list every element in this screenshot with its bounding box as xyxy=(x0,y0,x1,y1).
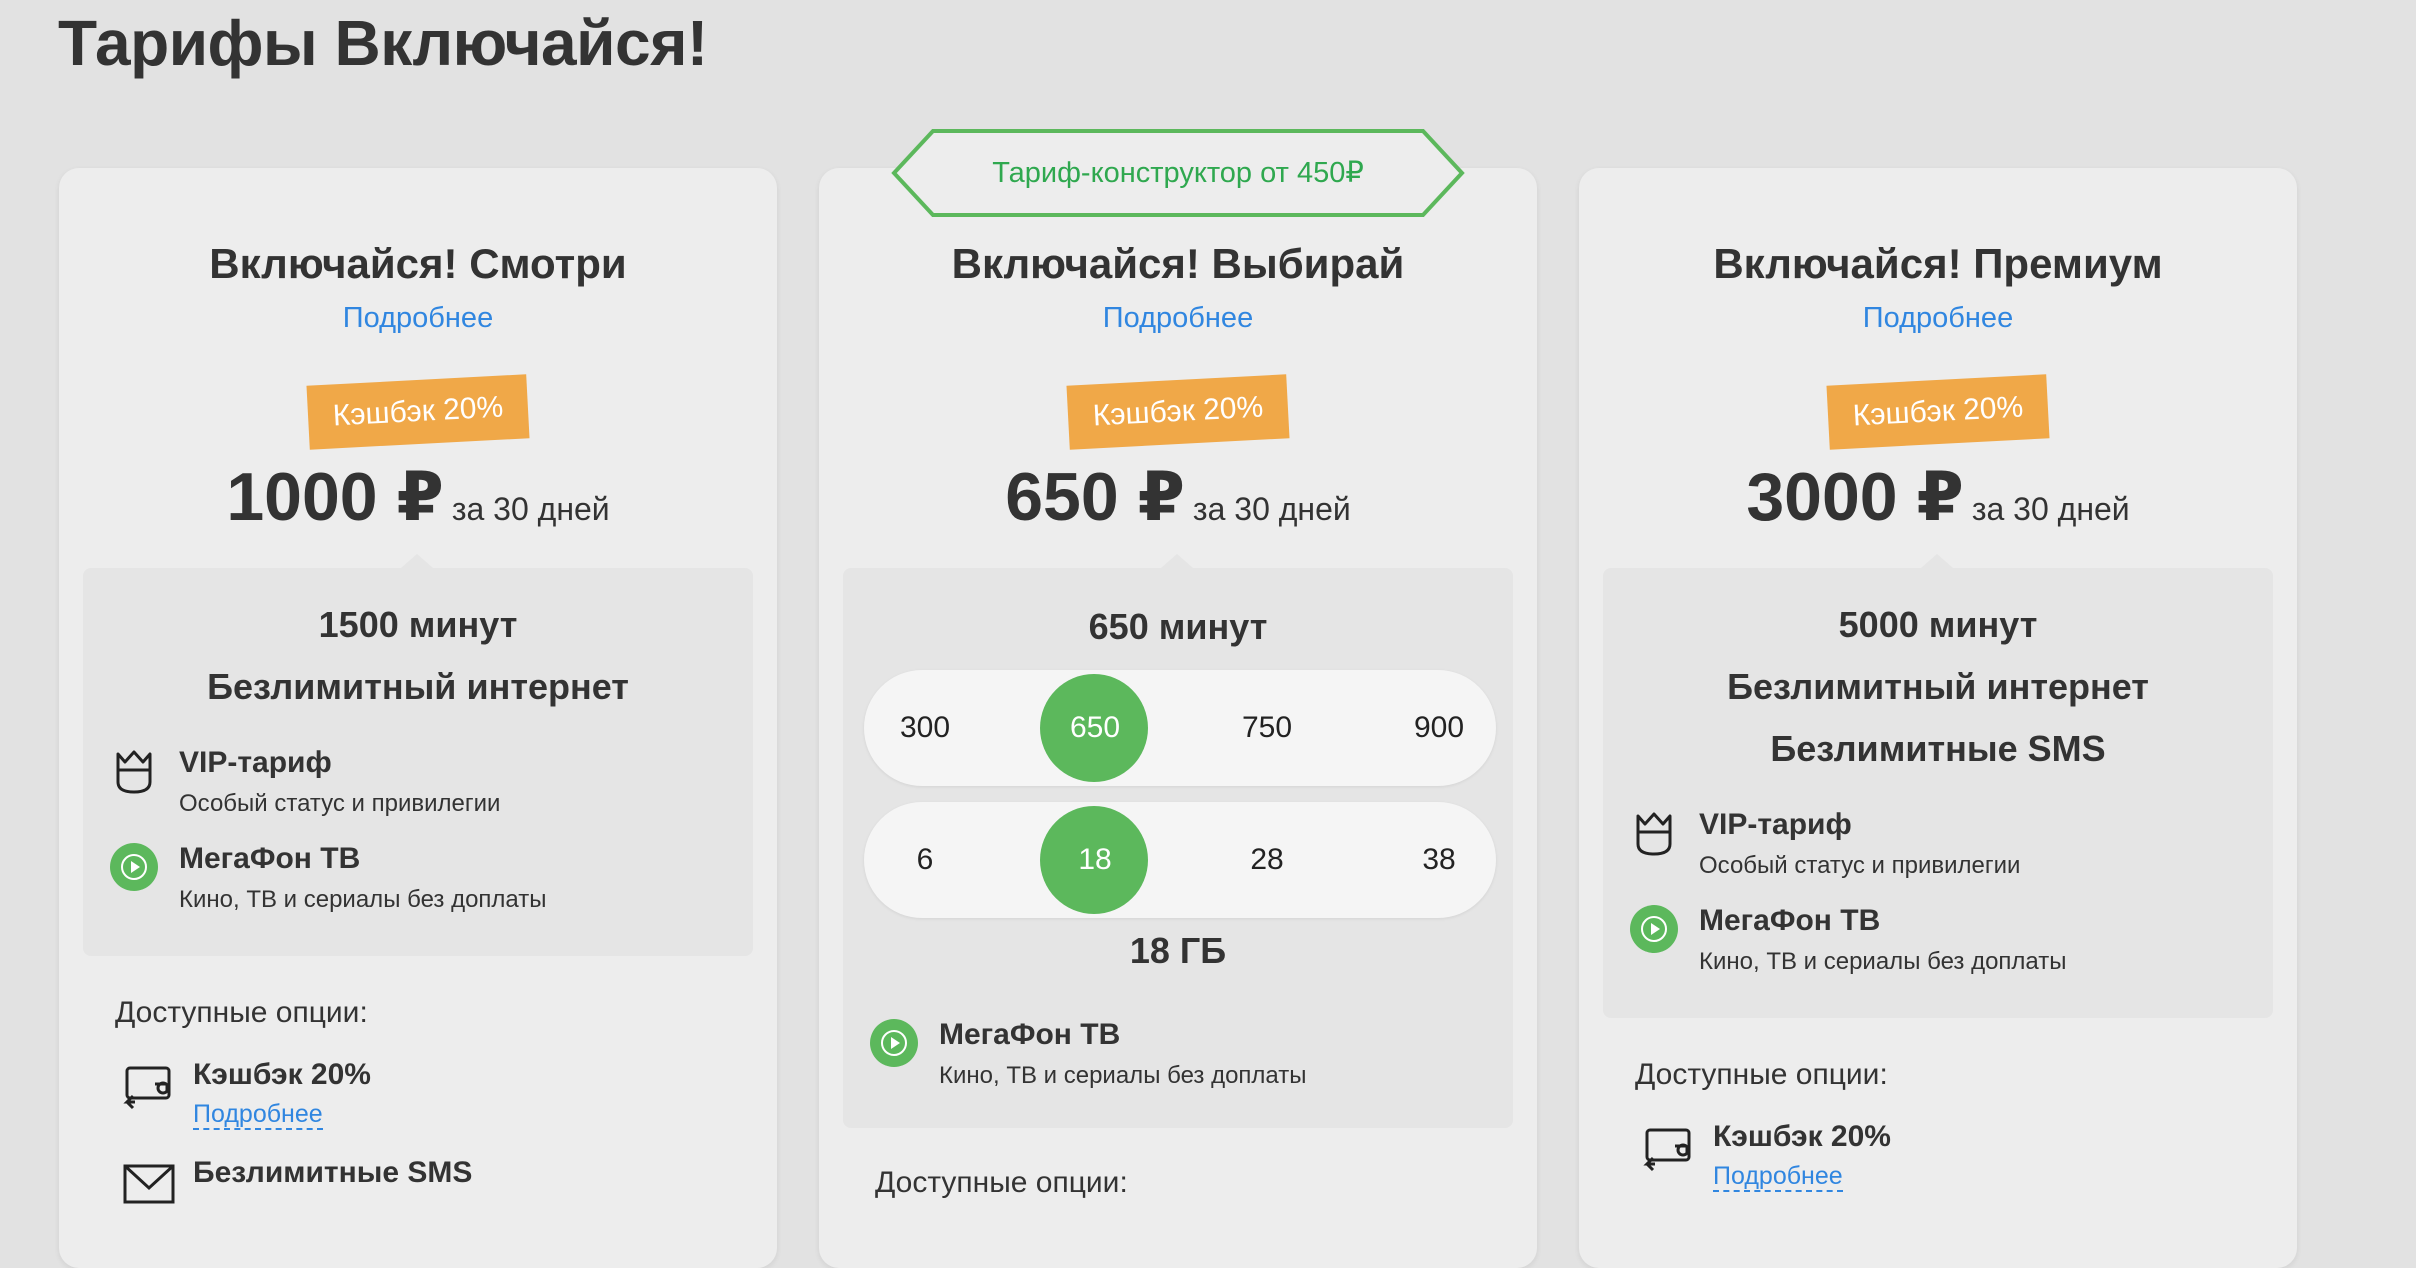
minutes-option-300[interactable]: 300 xyxy=(870,670,980,786)
options-label: Доступные опции: xyxy=(1635,1058,1888,1091)
details-link[interactable]: Подробнее xyxy=(59,302,777,335)
minutes-option-900[interactable]: 900 xyxy=(1384,670,1494,786)
cashback-badge: Кэшбэк 20% xyxy=(306,374,530,450)
cashback-badge: Кэшбэк 20% xyxy=(1826,374,2050,450)
perk-megafon-tv: МегаФон ТВ Кино, ТВ и сериалы без доплат… xyxy=(109,842,729,922)
price-row: 1000 ₽ за 30 дней xyxy=(59,458,777,537)
perk-subtitle: Особый статус и привилегии xyxy=(1699,852,2021,879)
crown-icon xyxy=(1636,812,1672,856)
details-link[interactable]: Подробнее xyxy=(819,302,1537,335)
tariff-name: Включайся! Премиум xyxy=(1713,240,2163,287)
perk-megafon-tv: МегаФон ТВ Кино, ТВ и сериалы без доплат… xyxy=(869,1018,1489,1098)
feature-minutes: 1500 минут xyxy=(318,604,518,645)
perk-subtitle: Кино, ТВ и сериалы без доплаты xyxy=(939,1062,1307,1089)
feature-sms: Безлимитные SMS xyxy=(1770,728,2106,769)
constructor-badge-label: Тариф-конструктор от 450₽ xyxy=(992,157,1364,189)
perk-title: МегаФон ТВ xyxy=(179,842,361,875)
feature-minutes: 5000 минут xyxy=(1838,604,2038,645)
tv-play-icon xyxy=(1630,905,1678,953)
price-value: 1000 ₽ xyxy=(226,459,444,535)
perk-title: VIP-тариф xyxy=(179,746,332,779)
perk-subtitle: Кино, ТВ и сериалы без доплаты xyxy=(1699,948,2067,975)
gb-slider[interactable]: 6 18 28 38 xyxy=(864,802,1496,918)
option-details-link[interactable]: Подробнее xyxy=(193,1100,323,1130)
option-title: Кэшбэк 20% xyxy=(1713,1120,1891,1153)
features-box: 1500 минут Безлимитный интернет VIP-тари… xyxy=(83,554,753,956)
gb-option-18[interactable]: 18 xyxy=(1040,802,1150,918)
cashback-icon xyxy=(1643,1128,1691,1172)
perk-title: МегаФон ТВ xyxy=(1699,904,1881,937)
price-value: 3000 ₽ xyxy=(1746,459,1964,535)
option-details-link[interactable]: Подробнее xyxy=(1713,1162,1843,1192)
option-cashback: Кэшбэк 20% Подробнее xyxy=(1641,1120,2241,1192)
minutes-slider[interactable]: 300 650 750 900 xyxy=(864,670,1496,786)
perk-subtitle: Кино, ТВ и сериалы без доплаты xyxy=(179,886,547,913)
options-label: Доступные опции: xyxy=(115,996,368,1029)
tv-play-icon xyxy=(110,843,158,891)
option-title: Кэшбэк 20% xyxy=(193,1058,371,1091)
option-title: Безлимитные SMS xyxy=(193,1156,473,1189)
tv-play-icon xyxy=(870,1019,918,1067)
perk-title: МегаФон ТВ xyxy=(939,1018,1121,1051)
option-cashback: Кэшбэк 20% Подробнее xyxy=(121,1058,721,1130)
price-row: 650 ₽ за 30 дней xyxy=(819,458,1537,537)
price-period: за 30 дней xyxy=(1192,491,1351,527)
perk-vip: VIP-тариф Особый статус и привилегии xyxy=(109,746,729,826)
tariff-card-smotri: Включайся! Смотри Подробнее Кэшбэк 20% 1… xyxy=(59,168,777,1268)
constructor-badge: Тариф-конструктор от 450₽ xyxy=(891,128,1465,218)
features-box: 5000 минут Безлимитный интернет Безлимит… xyxy=(1603,554,2273,1018)
cashback-icon xyxy=(123,1066,171,1110)
perk-vip: VIP-тариф Особый статус и привилегии xyxy=(1629,808,2249,888)
minutes-label: 650 минут xyxy=(1088,606,1268,647)
perk-megafon-tv: МегаФон ТВ Кино, ТВ и сериалы без доплат… xyxy=(1629,904,2249,984)
cashback-badge: Кэшбэк 20% xyxy=(1066,374,1290,450)
minutes-option-650[interactable]: 650 xyxy=(1040,670,1150,786)
gb-option-38[interactable]: 38 xyxy=(1384,802,1494,918)
options-label: Доступные опции: xyxy=(875,1166,1128,1199)
crown-icon xyxy=(116,750,152,794)
gb-option-28[interactable]: 28 xyxy=(1212,802,1322,918)
gb-label: 18 ГБ xyxy=(1129,930,1227,971)
feature-internet: Безлимитный интернет xyxy=(1727,666,2149,707)
price-row: 3000 ₽ за 30 дней xyxy=(1579,458,2297,537)
price-period: за 30 дней xyxy=(1971,491,2130,527)
option-sms: Безлимитные SMS xyxy=(121,1156,721,1226)
details-link[interactable]: Подробнее xyxy=(1579,302,2297,335)
feature-internet: Безлимитный интернет xyxy=(207,666,629,707)
price-period: за 30 дней xyxy=(451,491,610,527)
tariff-name: Включайся! Выбирай xyxy=(951,240,1405,287)
minutes-option-750[interactable]: 750 xyxy=(1212,670,1322,786)
gb-option-6[interactable]: 6 xyxy=(870,802,980,918)
perk-title: VIP-тариф xyxy=(1699,808,1852,841)
envelope-icon xyxy=(123,1164,175,1204)
tariff-name: Включайся! Смотри xyxy=(209,240,627,287)
tariff-card-premium: Включайся! Премиум Подробнее Кэшбэк 20% … xyxy=(1579,168,2297,1268)
price-value: 650 ₽ xyxy=(1005,459,1185,535)
perk-subtitle: Особый статус и привилегии xyxy=(179,790,501,817)
page-title: Тарифы Включайся! xyxy=(58,7,708,79)
